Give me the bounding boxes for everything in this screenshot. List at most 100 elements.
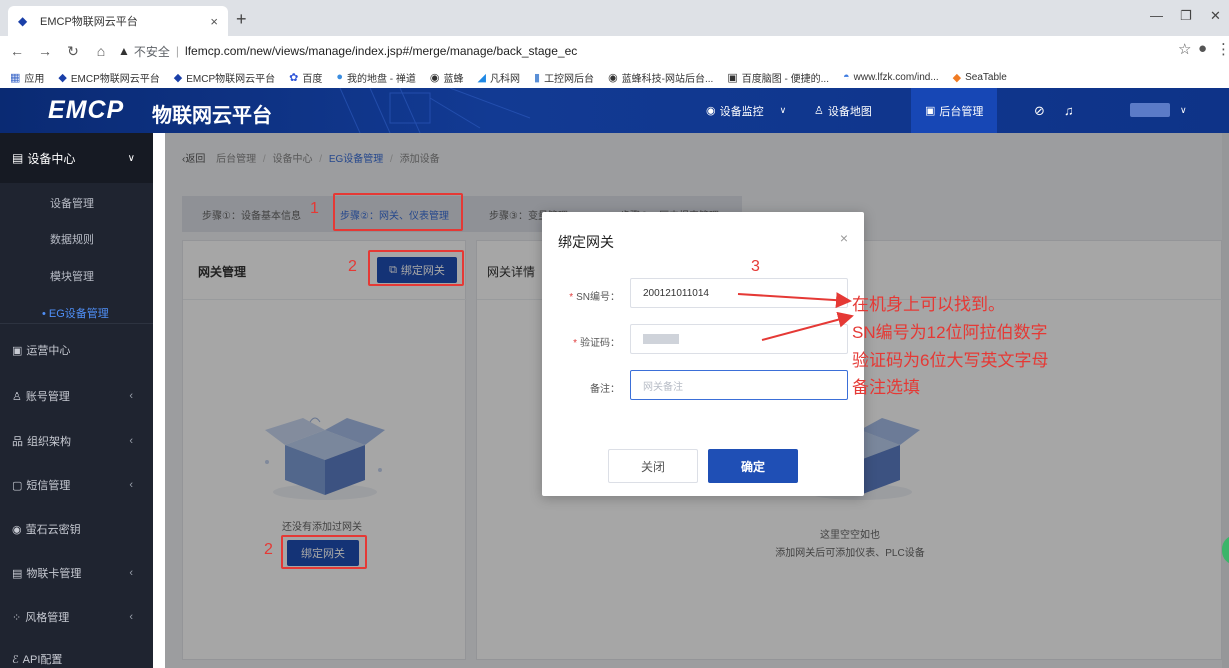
map-user-icon: ♙: [814, 105, 824, 117]
reload-icon[interactable]: ↻: [62, 43, 84, 60]
bookmark-item[interactable]: ◢ 凡科网: [478, 70, 520, 85]
close-button[interactable]: 关闭: [608, 449, 698, 483]
annotation-number-2: 2: [348, 258, 357, 275]
profile-icon[interactable]: ●: [1198, 40, 1207, 57]
chevron-left-icon: ‹: [129, 567, 133, 579]
annotation-note-1: 在机身上可以找到。: [852, 295, 1005, 314]
bookmark-item[interactable]: ◉ 蓝蜂科技-网站后台...: [608, 70, 713, 85]
bookmark-item[interactable]: ◆ EMCP物联网云平台: [58, 70, 159, 85]
sn-label: * SN编号：: [569, 292, 620, 303]
gongkong-icon: ▮: [534, 71, 541, 84]
annotation-note-4: 备注选填: [852, 378, 920, 397]
nav-backend[interactable]: ▣ 后台管理: [911, 88, 998, 133]
chevron-left-icon: ‹: [129, 611, 133, 623]
confirm-button[interactable]: 确定: [708, 449, 798, 483]
back-icon[interactable]: ←: [6, 43, 28, 59]
browser-tab-bar: ◆ EMCP物联网云平台 × + — ❐ ✕: [0, 0, 1229, 36]
bookmarks-bar: ▦ 应用 ◆ EMCP物联网云平台 ◆ EMCP物联网云平台 ✿ 百度 ● 我的地盘 - …: [0, 66, 1229, 88]
sidebar-divider: [0, 323, 153, 324]
sidebar-item-style[interactable]: ⁘ 风格管理 ‹: [0, 607, 153, 627]
bookmark-item[interactable]: ● 我的地盘 - 禅道: [336, 70, 416, 85]
close-icon[interactable]: ×: [840, 230, 848, 246]
annotation-box-bind-top: [368, 250, 464, 286]
sidebar-item-data-rules[interactable]: 数据规则: [0, 231, 153, 247]
device-center-icon: ▤: [12, 151, 24, 165]
naotu-icon: ▣: [727, 71, 738, 84]
forward-icon[interactable]: →: [34, 43, 56, 59]
menu-icon[interactable]: ⋮: [1216, 40, 1229, 58]
sms-icon: ▢: [12, 479, 23, 492]
maximize-icon[interactable]: ❐: [1180, 8, 1192, 24]
chevron-left-icon: ‹: [129, 435, 133, 447]
sidebar-item-module-manage[interactable]: 模块管理: [0, 268, 153, 284]
monitor-icon: ◉: [706, 105, 716, 117]
style-icon: ⁘: [12, 611, 22, 624]
bookmark-item[interactable]: ◓ www.lfzk.com/ind...: [843, 71, 939, 83]
sn-input[interactable]: 200121011014: [630, 278, 848, 308]
annotation-number-2b: 2: [264, 541, 273, 558]
user-icon: ♙: [12, 390, 22, 403]
sidebar-item-api[interactable]: ℰ API配置: [0, 649, 153, 668]
code-label: * 验证码：: [573, 338, 620, 349]
app-header: EMCP 物联网云平台 ◉ 设备监控 ∨ ♙ 设备地图 ▣ 后台管理 ⊘ ♫ ∨: [0, 88, 1229, 133]
verification-code-input[interactable]: [630, 324, 848, 354]
sidebar-item-device-manage[interactable]: 设备管理: [0, 195, 153, 211]
browser-tab[interactable]: ◆ EMCP物联网云平台 ×: [8, 6, 228, 36]
operations-icon: ▣: [12, 344, 23, 357]
bind-gateway-dialog: 绑定网关 × * SN编号： 200121011014 * 验证码： 备注： 网关备…: [542, 212, 864, 496]
chevron-down-icon[interactable]: ∨: [1180, 88, 1187, 133]
logo[interactable]: EMCP: [48, 96, 124, 125]
sidebar-item-accounts[interactable]: ♙ 账号管理 ‹: [0, 386, 153, 406]
tab-close-icon[interactable]: ×: [210, 14, 218, 29]
apps-icon: ▦: [10, 71, 21, 84]
bookmark-item[interactable]: ◆ SeaTable: [953, 71, 1007, 84]
nav-device-monitor[interactable]: ◉ 设备监控 ∨: [706, 88, 786, 133]
bookmark-item[interactable]: ✿ 百度: [289, 70, 322, 85]
card-icon: ▤: [12, 567, 23, 580]
url-field[interactable]: ▲ 不安全 | lfemcp.com/new/views/manage/inde…: [118, 40, 577, 62]
star-icon[interactable]: ☆: [1178, 40, 1191, 58]
insecure-label: 不安全: [133, 44, 170, 59]
bookmark-item[interactable]: ▦ 应用: [10, 70, 44, 85]
emcp-icon: ◆: [58, 71, 67, 84]
sidebar-item-ezviz-key[interactable]: ◉ 萤石云密钥: [0, 519, 153, 539]
sidebar-item-eg-device[interactable]: EG设备管理: [0, 305, 153, 321]
tab-title: EMCP物联网云平台: [40, 16, 138, 28]
bookmark-item[interactable]: ▣ 百度脑图 - 便捷的...: [727, 70, 829, 85]
chevron-left-icon: ‹: [129, 390, 133, 402]
sidebar-item-device-center[interactable]: ▤ 设备中心 ∨: [0, 133, 153, 183]
bookmark-item[interactable]: ◆ EMCP物联网云平台: [174, 70, 275, 85]
help-icon[interactable]: ⊘: [1034, 88, 1045, 133]
sidebar-item-iot-card[interactable]: ▤ 物联卡管理 ‹: [0, 563, 153, 583]
url-text: lfemcp.com/new/views/manage/index.jsp#/m…: [185, 44, 578, 58]
new-tab-icon[interactable]: +: [236, 10, 247, 28]
sidebar-item-operations[interactable]: ▣ 运营中心: [0, 340, 153, 360]
home-icon[interactable]: ⌂: [90, 43, 112, 59]
remark-input[interactable]: 网关备注: [630, 370, 848, 400]
sidebar-item-sms[interactable]: ▢ 短信管理 ‹: [0, 475, 153, 495]
bookmark-item[interactable]: ▮ 工控网后台: [534, 70, 594, 85]
annotation-number-1: 1: [310, 200, 319, 217]
globe-icon: ◉: [608, 71, 618, 84]
nav-device-map[interactable]: ♙ 设备地图: [814, 88, 872, 133]
avatar[interactable]: [1130, 103, 1170, 117]
bell-icon[interactable]: ♫: [1064, 88, 1074, 133]
masked-code: [643, 334, 679, 344]
annotation-box-bind-bottom: [281, 535, 367, 569]
dialog-title: 绑定网关: [558, 234, 614, 250]
window-close-icon[interactable]: ✕: [1210, 8, 1221, 24]
bookmark-item[interactable]: ◉ 蓝蜂: [430, 70, 464, 85]
sidebar: ▤ 设备中心 ∨ 设备管理 数据规则 模块管理 EG设备管理 ▣运营中心 ♙账号…: [0, 133, 153, 668]
globe-icon: ◉: [429, 71, 440, 84]
zentao-icon: ●: [336, 71, 344, 83]
url-separator: |: [175, 44, 180, 58]
warning-icon: ▲: [118, 44, 130, 58]
fanke-icon: ◢: [477, 71, 486, 84]
seatable-icon: ◆: [952, 71, 962, 84]
minimize-icon[interactable]: —: [1150, 8, 1163, 23]
org-icon: 品: [12, 436, 23, 448]
api-icon: ℰ: [12, 653, 19, 666]
sidebar-item-organization[interactable]: 品组织架构 ‹: [0, 431, 153, 451]
annotation-number-3: 3: [751, 258, 760, 275]
logo-subtitle: 物联网云平台: [152, 105, 272, 127]
